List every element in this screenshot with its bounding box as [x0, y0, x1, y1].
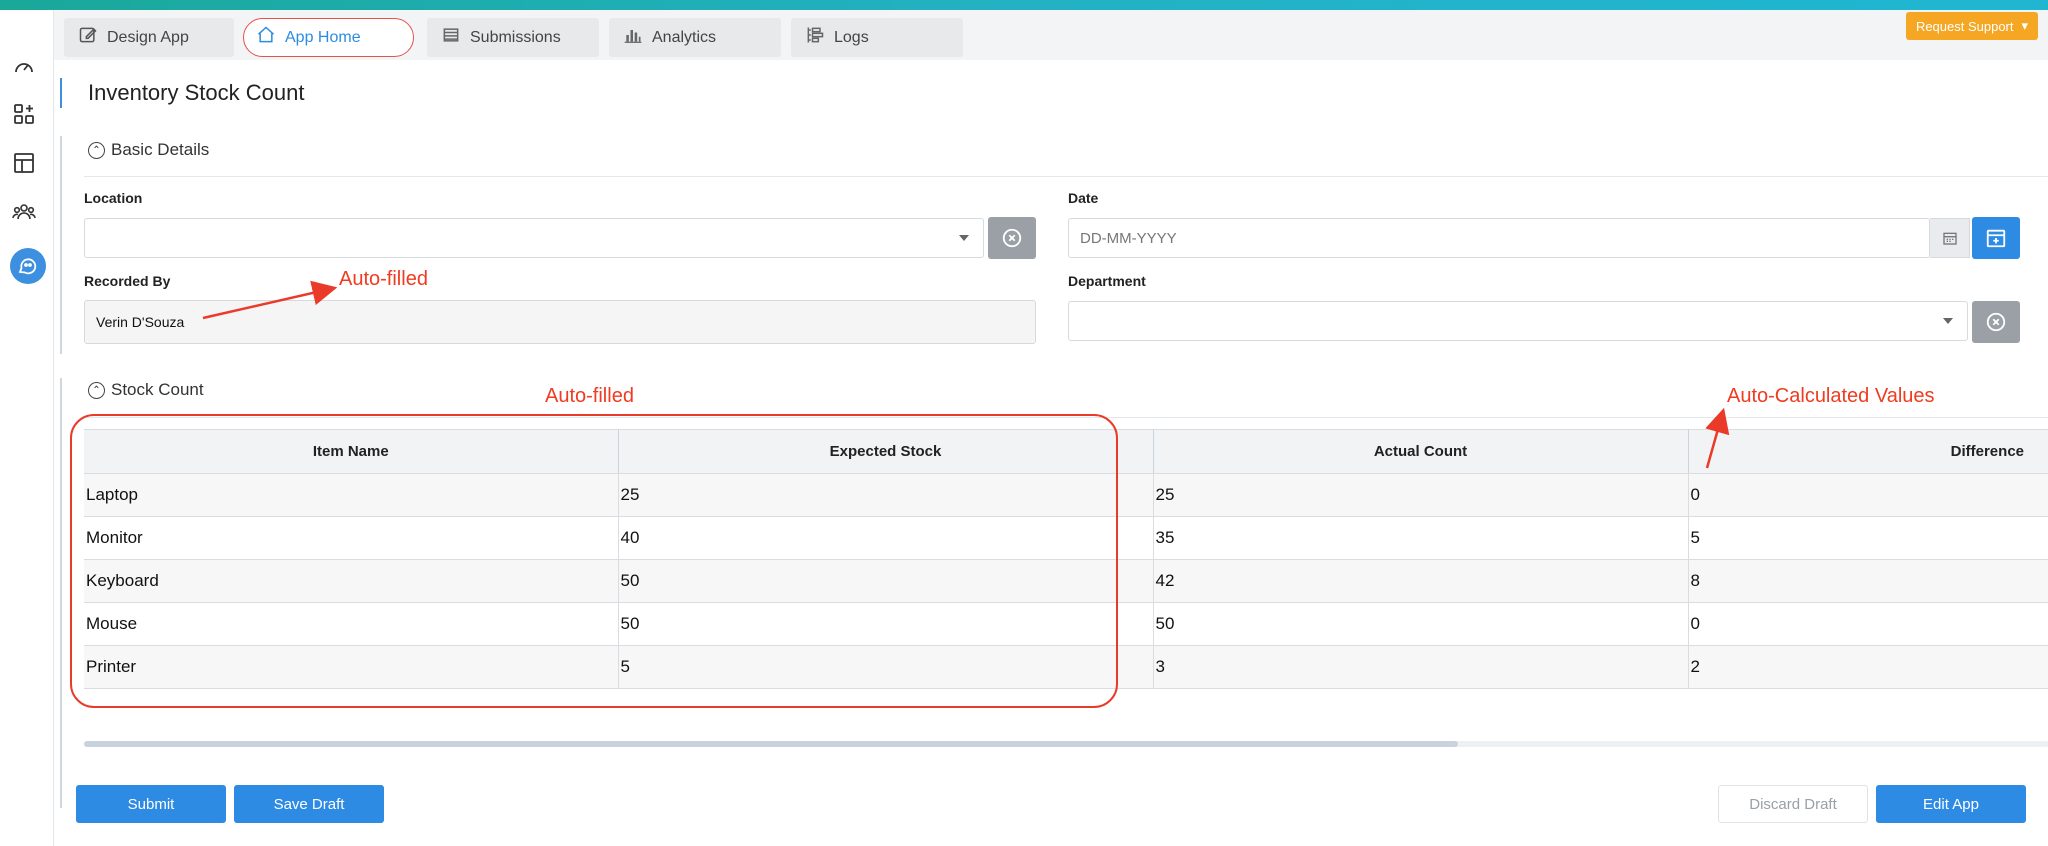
apps-add-icon[interactable] [8, 98, 40, 130]
actual-count-cell[interactable]: 50 [1153, 602, 1689, 646]
home-icon [256, 25, 276, 50]
scrollbar-thumb[interactable] [84, 741, 1458, 747]
request-support-button[interactable]: Request Support ▾ [1906, 12, 2038, 40]
location-select[interactable] [84, 218, 984, 258]
caret-down-icon [1943, 318, 1953, 324]
stock-count-heading: Stock Count [111, 380, 204, 399]
top-gradient-bar [0, 0, 2048, 10]
top-tab-bar: Design App App Home Submissions Analytic… [54, 10, 2048, 60]
basic-details-toggle[interactable]: ⌃ Basic Details [88, 140, 209, 160]
actual-count-cell[interactable]: 42 [1153, 559, 1689, 603]
tab-label: Submissions [470, 28, 561, 46]
actual-count-cell[interactable]: 3 [1153, 645, 1689, 689]
location-clear-button[interactable] [988, 217, 1036, 259]
difference-cell: 0 [1688, 473, 2048, 517]
actual-count-cell[interactable]: 35 [1153, 516, 1689, 560]
location-label: Location [84, 190, 143, 206]
layout-icon[interactable] [8, 147, 40, 179]
department-label: Department [1068, 273, 1146, 289]
edit-app-button[interactable]: Edit App [1876, 785, 2026, 823]
stock-count-toggle[interactable]: ⌃ Stock Count [88, 380, 204, 400]
section-rule-stock [60, 378, 62, 808]
speedometer-icon[interactable] [8, 51, 40, 83]
edit-icon [78, 25, 98, 50]
tab-analytics[interactable]: Analytics [609, 18, 781, 57]
support-label: Request Support [1915, 18, 2014, 34]
actual-count-cell[interactable]: 25 [1153, 473, 1689, 517]
difference-cell: 0 [1688, 602, 2048, 646]
column-header[interactable]: Difference [1688, 429, 2048, 474]
table-annotation-box [70, 414, 1118, 708]
users-group-icon[interactable] [8, 196, 40, 228]
department-select[interactable] [1068, 301, 1968, 341]
recorded-by-field: Verin D'Souza [84, 300, 1036, 344]
date-action-button[interactable] [1972, 217, 2020, 259]
recorded-by-value: Verin D'Souza [96, 314, 185, 330]
submit-button[interactable]: Submit [76, 785, 226, 823]
calendar-icon[interactable] [1930, 218, 1970, 258]
recorded-by-annotation: Auto-filled [339, 268, 428, 290]
table-annotation: Auto-filled [545, 385, 634, 407]
page-title: Inventory Stock Count [88, 80, 305, 105]
tab-submissions[interactable]: Submissions [427, 18, 599, 57]
column-header[interactable]: Actual Count [1153, 429, 1689, 474]
difference-annotation: Auto-Calculated Values [1727, 385, 1935, 407]
tab-logs[interactable]: Logs [791, 18, 963, 57]
caret-down-icon: ▾ [2021, 18, 2029, 33]
discard-draft-button[interactable]: Discard Draft [1718, 785, 1868, 823]
title-accent-bar [60, 78, 62, 108]
tab-app-home[interactable]: App Home [243, 18, 414, 57]
save-draft-button[interactable]: Save Draft [234, 785, 384, 823]
logs-icon [805, 25, 825, 50]
close-circle-icon [1986, 312, 2006, 332]
chat-bot-icon[interactable] [10, 248, 46, 284]
left-sidebar [0, 10, 54, 846]
chevron-up-icon: ⌃ [88, 141, 105, 159]
tab-label: Design App [107, 28, 189, 46]
horizontal-scrollbar[interactable] [84, 741, 2048, 747]
divider [84, 176, 2048, 177]
date-input[interactable]: DD-MM-YYYY [1068, 218, 1930, 258]
tab-label: App Home [285, 28, 361, 46]
section-rule-basic [60, 136, 62, 354]
recorded-by-label: Recorded By [84, 273, 171, 289]
bar-chart-icon [623, 25, 643, 50]
close-circle-icon [1002, 228, 1022, 248]
tab-design-app[interactable]: Design App [64, 18, 234, 57]
date-placeholder: DD-MM-YYYY [1080, 229, 1177, 247]
difference-cell: 5 [1688, 516, 2048, 560]
basic-details-heading: Basic Details [111, 140, 210, 159]
tab-label: Analytics [652, 28, 717, 46]
caret-down-icon [959, 235, 969, 241]
difference-cell: 2 [1688, 645, 2048, 689]
table-icon [441, 25, 461, 50]
difference-cell: 8 [1688, 559, 2048, 603]
chevron-up-icon: ⌃ [88, 381, 105, 399]
calendar-add-icon [1986, 229, 2006, 248]
department-clear-button[interactable] [1972, 301, 2020, 343]
tab-label: Logs [834, 28, 869, 46]
date-label: Date [1068, 190, 1099, 206]
